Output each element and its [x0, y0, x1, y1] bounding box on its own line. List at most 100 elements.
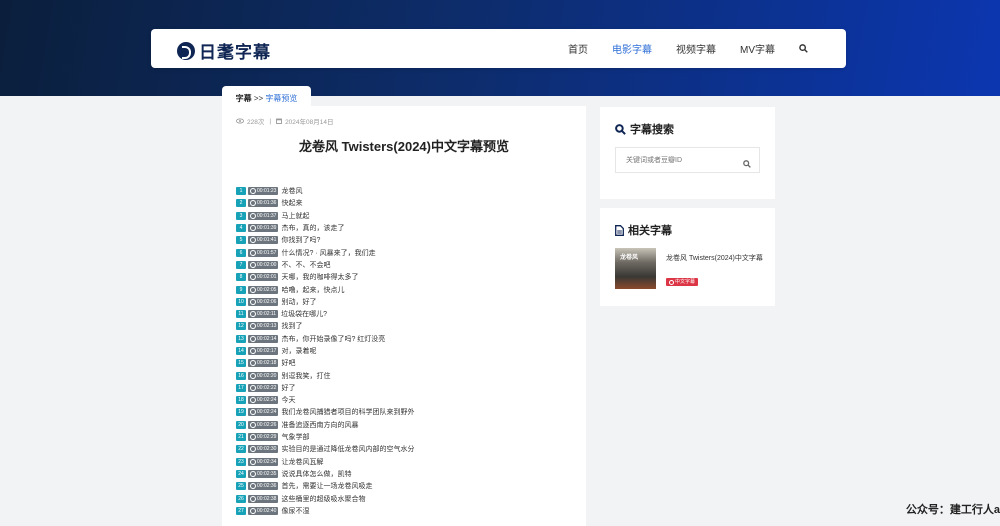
- timestamp-badge: 00:02:01: [248, 273, 279, 282]
- timestamp-badge: 00:02:14: [248, 334, 279, 343]
- subtitle-type-badge: 中文字幕: [666, 278, 699, 286]
- timestamp-badge: 00:02:24: [248, 408, 279, 417]
- line-number-badge: 9: [236, 285, 246, 294]
- subtitle-line: 2 00:01:36 快起来: [236, 197, 414, 209]
- line-number-badge: 17: [236, 383, 246, 392]
- line-number-badge: 25: [236, 482, 246, 491]
- timestamp-badge: 00:02:05: [248, 285, 279, 294]
- search-icon[interactable]: [799, 44, 808, 53]
- line-number-badge: 11: [236, 310, 246, 319]
- subtitle-text: 找到了: [281, 323, 303, 331]
- breadcrumb: 字幕 >> 字幕预览: [222, 86, 311, 112]
- nav-home[interactable]: 首页: [568, 41, 588, 56]
- top-navbar: 日耄字幕 首页 电影字幕 视频字幕 MV字幕: [151, 29, 846, 68]
- view-count: 228次: [247, 119, 265, 126]
- timestamp-badge: 00:01:23: [248, 187, 279, 196]
- clock-icon: [250, 384, 256, 391]
- nav-movie-subtitles[interactable]: 电影字幕: [612, 41, 652, 56]
- breadcrumb-current: 字幕预览: [265, 94, 298, 103]
- subtitle-line: 16 00:02:20 别逗我笑，打住: [236, 369, 414, 381]
- subtitle-text: 你找到了吗?: [281, 237, 321, 245]
- subtitle-text: 杰布，真的，该走了: [281, 225, 345, 233]
- subtitle-line: 13 00:02:14 杰布，你开始录像了吗? 红灯没亮: [236, 333, 414, 345]
- subtitle-line: 10 00:02:06 别动，好了: [236, 296, 414, 308]
- site-logo[interactable]: 日耄字幕: [177, 38, 271, 63]
- timestamp-badge: 00:02:13: [248, 322, 279, 331]
- article-meta: 228次 | 2024年08月14日: [236, 116, 333, 126]
- timestamp-badge: 00:01:41: [248, 236, 279, 245]
- clock-icon: [250, 274, 256, 281]
- line-number-badge: 27: [236, 506, 246, 515]
- related-card-title: 相关字幕: [615, 222, 672, 238]
- line-number-badge: 10: [236, 297, 246, 306]
- subtitle-line: 7 00:02:00 不、不、不会吧: [236, 259, 414, 271]
- subtitle-text: 让龙卷风瓦解: [281, 458, 324, 466]
- nav-video-subtitles[interactable]: 视频字幕: [676, 41, 716, 56]
- timestamp-badge: 00:02:17: [248, 347, 279, 355]
- timestamp-badge: 00:02:22: [248, 383, 279, 392]
- subtitle-line: 18 00:02:24 今天: [236, 394, 414, 406]
- timestamp-badge: 00:02:18: [248, 359, 279, 368]
- subtitle-text: 首先，需要让一场龙卷风吸走: [281, 483, 373, 491]
- clock-icon: [250, 323, 256, 330]
- timestamp-badge: 00:02:26: [248, 420, 279, 429]
- subtitle-line: 4 00:01:39 杰布，真的，该走了: [236, 222, 414, 234]
- search-card: 字幕搜索: [600, 107, 775, 199]
- subtitle-text: 天哪，我的咖啡得太多了: [281, 274, 359, 282]
- timestamp-badge: 00:02:34: [248, 457, 279, 466]
- subtitle-line: 17 00:02:22 好了: [236, 382, 414, 394]
- timestamp-badge: 00:02:29: [248, 433, 279, 442]
- subtitle-line: 24 00:02:35 说说具体怎么做，凯特: [236, 468, 414, 480]
- clock-icon: [250, 335, 256, 342]
- subtitle-line: 15 00:02:18 好吧: [236, 357, 414, 369]
- clock-icon: [250, 470, 256, 477]
- clock-icon: [250, 237, 256, 244]
- line-number-badge: 6: [236, 248, 246, 257]
- subtitle-text: 说说具体怎么做，凯特: [281, 470, 352, 478]
- related-title-link[interactable]: 龙卷风 Twisters(2024)中文字幕: [666, 253, 766, 264]
- line-number-badge: 23: [236, 457, 246, 466]
- timestamp-badge: 00:02:06: [248, 297, 279, 306]
- search-submit-icon[interactable]: [743, 155, 751, 173]
- clock-icon: [250, 225, 256, 232]
- badge-icon: [669, 279, 674, 285]
- subtitle-text: 好了: [281, 384, 296, 392]
- clock-icon: [250, 507, 256, 514]
- subtitle-text: 气象学部: [281, 434, 310, 442]
- line-number-badge: 22: [236, 445, 246, 454]
- line-number-badge: 4: [236, 224, 246, 233]
- search-icon: [615, 123, 626, 135]
- calendar-icon: [276, 118, 283, 124]
- related-thumbnail[interactable]: 龙卷风: [615, 248, 656, 289]
- breadcrumb-root[interactable]: 字幕: [236, 94, 252, 103]
- subtitle-line: 5 00:01:41 你找到了吗?: [236, 234, 414, 246]
- line-number-badge: 16: [236, 371, 246, 380]
- subtitle-line: 23 00:02:34 让龙卷风瓦解: [236, 456, 414, 468]
- timestamp-badge: 00:02:35: [248, 469, 279, 478]
- clock-icon: [250, 348, 256, 354]
- line-number-badge: 12: [236, 322, 246, 331]
- subtitle-line: 27 00:02:40 像尿不湿: [236, 505, 414, 517]
- clock-icon: [250, 421, 256, 428]
- subtitle-line: 21 00:02:29 气象学部: [236, 431, 414, 443]
- timestamp-badge: 00:01:57: [248, 248, 279, 257]
- timestamp-badge: 00:02:38: [248, 494, 279, 503]
- search-card-title: 字幕搜索: [615, 121, 674, 137]
- clock-icon: [250, 483, 256, 490]
- clock-icon: [250, 495, 256, 502]
- nav-mv-subtitles[interactable]: MV字幕: [740, 41, 775, 56]
- subtitle-line: 14 00:02:17 对，录着呢: [236, 345, 414, 357]
- timestamp-badge: 00:01:37: [248, 211, 279, 220]
- line-number-badge: 14: [236, 347, 246, 355]
- subtitle-line: 22 00:02:30 实验目的是通过降低龙卷风内部的空气水分: [236, 443, 414, 455]
- clock-icon: [250, 212, 256, 219]
- subtitle-text: 好吧: [281, 360, 296, 368]
- subtitle-line: 12 00:02:13 找到了: [236, 320, 414, 332]
- timestamp-badge: 00:02:11: [248, 310, 279, 319]
- line-number-badge: 2: [236, 199, 246, 208]
- timestamp-badge: 00:02:40: [248, 506, 279, 515]
- subtitle-text: 不、不、不会吧: [281, 261, 331, 269]
- subtitle-line: 19 00:02:24 我们龙卷风捕猎者项目的科学团队来到野外: [236, 406, 414, 418]
- search-input[interactable]: [615, 147, 760, 173]
- breadcrumb-separator: >>: [253, 94, 264, 103]
